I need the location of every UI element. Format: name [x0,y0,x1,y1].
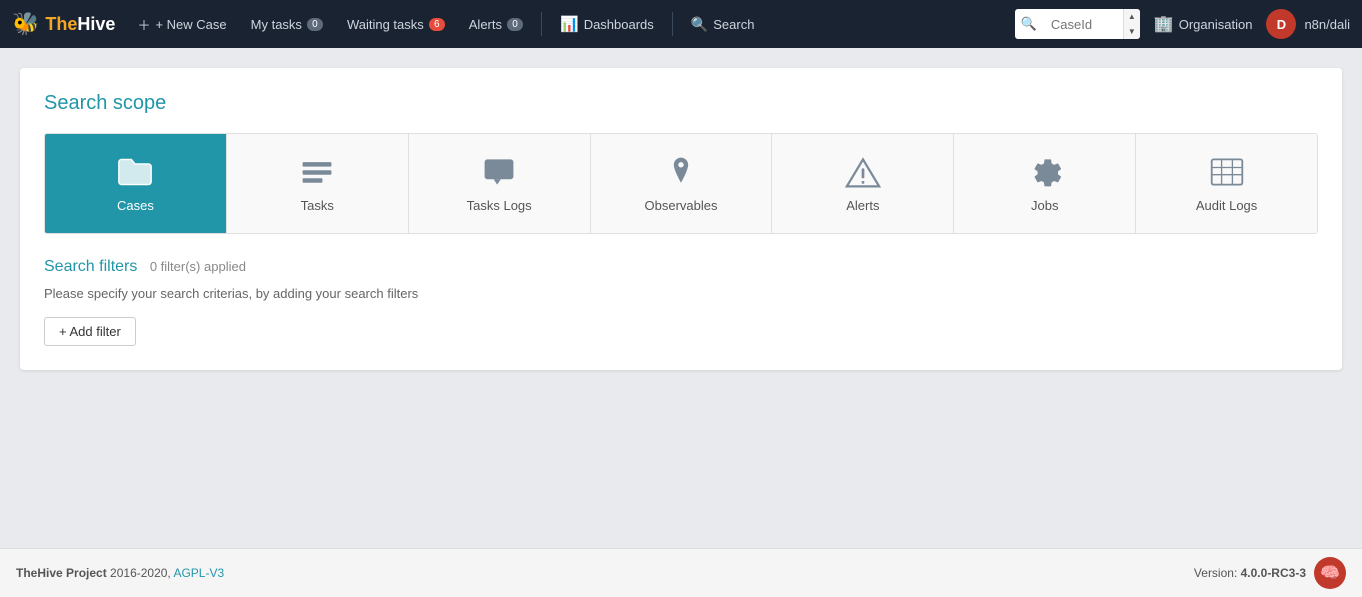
brand-logo[interactable]: 🐝 TheHive [12,11,115,37]
dashboards-label: Dashboards [584,17,654,32]
spin-buttons: ▲ ▼ [1123,9,1140,39]
scope-tile-cases[interactable]: Cases [45,134,227,233]
tasks-icon [299,154,335,190]
comment-icon [481,154,517,190]
scope-tile-tasks[interactable]: Tasks [227,134,409,233]
scope-tile-observables[interactable]: Observables [591,134,773,233]
scope-tile-audit-logs[interactable]: Audit Logs [1136,134,1317,233]
folder-icon [117,154,153,190]
bar-chart-icon: 📊 [560,15,579,33]
footer-version-number: 4.0.0-RC3-3 [1241,566,1306,580]
alerts-tile-label: Alerts [846,198,879,213]
cases-tile-label: Cases [117,198,154,213]
user-name: n8n/dali [1304,17,1350,32]
footer: TheHive Project 2016-2020, AGPL-V3 Versi… [0,548,1362,597]
warning-icon [845,154,881,190]
caseid-input[interactable] [1043,9,1123,39]
search-card: Search scope Cases Tasks [20,68,1342,370]
footer-version-label: Version: [1194,566,1237,580]
my-tasks-label: My tasks [251,17,302,32]
footer-project-text: TheHive Project [16,566,107,580]
nav-separator-2 [672,12,673,36]
org-icon: 🏢 [1154,14,1174,34]
my-tasks-badge: 0 [307,18,323,31]
alerts-button[interactable]: Alerts 0 [459,11,533,38]
filters-title: Search filters [44,258,137,275]
footer-project: TheHive Project 2016-2020, AGPL-V3 [16,566,224,580]
scope-tile-jobs[interactable]: Jobs [954,134,1136,233]
search-scope-title: Search scope [44,92,1318,115]
org-label: Organisation [1179,17,1253,32]
filters-applied: 0 filter(s) applied [150,259,246,274]
footer-left: TheHive Project 2016-2020, AGPL-V3 [16,566,224,580]
scope-tile-alerts[interactable]: Alerts [772,134,954,233]
scope-tile-tasks-logs[interactable]: Tasks Logs [409,134,591,233]
audit-logs-tile-label: Audit Logs [1196,198,1257,213]
nav-separator-1 [541,12,542,36]
footer-version-text: Version: 4.0.0-RC3-3 [1194,566,1306,580]
footer-license-link[interactable]: AGPL-V3 [173,566,224,580]
waiting-tasks-button[interactable]: Waiting tasks 6 [337,11,455,38]
spin-up-button[interactable]: ▲ [1124,9,1140,24]
alerts-label: Alerts [469,17,502,32]
plus-icon: ＋ [137,15,150,34]
table-icon [1209,154,1245,190]
tasks-logs-tile-label: Tasks Logs [467,198,532,213]
observables-tile-label: Observables [645,198,718,213]
brand-name: TheHive [45,14,115,35]
search-nav-button[interactable]: 🔍 Search [681,10,765,39]
tasks-tile-label: Tasks [301,198,334,213]
bee-icon: 🐝 [12,11,39,37]
spin-down-button[interactable]: ▼ [1124,24,1140,39]
filters-header: Search filters 0 filter(s) applied [44,258,1318,276]
filters-hint: Please specify your search criterias, by… [44,286,1318,301]
search-icon: 🔍 [1015,16,1043,32]
jobs-tile-label: Jobs [1031,198,1058,213]
scope-tiles-container: Cases Tasks Tasks Logs [44,133,1318,234]
search-nav-label: Search [713,17,754,32]
footer-years: 2016-2020, [110,566,171,580]
alerts-badge: 0 [507,18,523,31]
search-nav-icon: 🔍 [691,16,708,33]
organisation-button[interactable]: 🏢 Organisation [1144,8,1263,40]
hive-brain-button[interactable]: 🧠 [1314,557,1346,589]
user-initial: D [1277,17,1286,32]
user-section: D n8n/dali [1266,9,1350,39]
add-filter-label: + Add filter [59,324,121,339]
user-avatar[interactable]: D [1266,9,1296,39]
my-tasks-button[interactable]: My tasks 0 [241,11,333,38]
new-case-label: + New Case [155,17,226,32]
navbar: 🐝 TheHive ＋ + New Case My tasks 0 Waitin… [0,0,1362,48]
caseid-search-box: 🔍 ▲ ▼ [1015,9,1140,39]
pin-icon [663,154,699,190]
dashboards-button[interactable]: 📊 Dashboards [550,9,664,39]
footer-right: Version: 4.0.0-RC3-3 🧠 [1194,557,1346,589]
gear-icon [1027,154,1063,190]
add-filter-button[interactable]: + Add filter [44,317,136,346]
waiting-tasks-badge: 6 [429,18,445,31]
waiting-tasks-label: Waiting tasks [347,17,424,32]
new-case-button[interactable]: ＋ + New Case [127,9,236,40]
main-content: Search scope Cases Tasks [0,48,1362,420]
